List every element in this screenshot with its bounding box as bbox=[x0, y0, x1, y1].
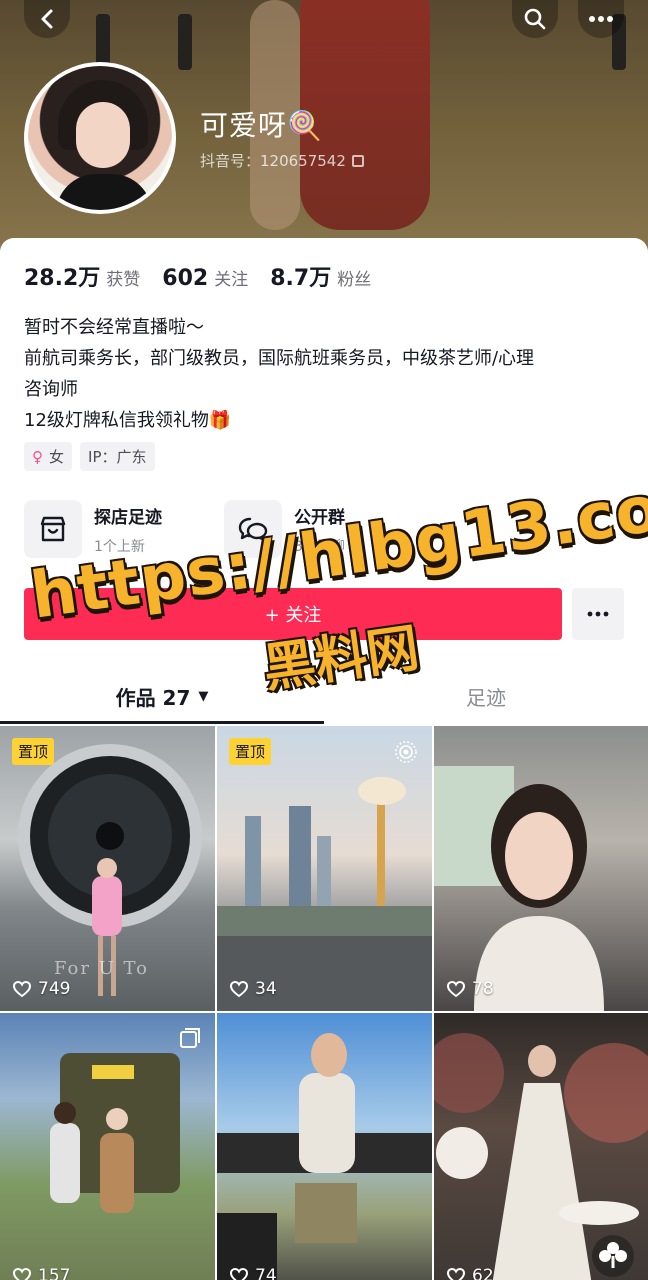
douyin-id-row[interactable]: 抖音号：120657542 bbox=[200, 150, 364, 171]
stat-followers[interactable]: 8.7万 粉丝 bbox=[270, 260, 371, 292]
ip-location-tag: IP：广东 bbox=[80, 442, 155, 471]
video-likes: 157 bbox=[12, 1266, 70, 1280]
douyin-id-text: 抖音号：120657542 bbox=[200, 152, 346, 170]
heart-icon bbox=[446, 980, 466, 998]
video-likes: 62 bbox=[446, 1266, 494, 1280]
video-likes: 78 bbox=[446, 979, 494, 999]
store-icon bbox=[24, 500, 82, 558]
stat-following[interactable]: 602 关注 bbox=[162, 265, 248, 291]
profile-nickname: 可爱呀🍭 bbox=[200, 109, 323, 142]
pinned-badge: 置顶 bbox=[12, 738, 55, 765]
heart-icon bbox=[229, 980, 249, 998]
profile-tags: ♀ 女 IP：广东 bbox=[24, 442, 155, 471]
heart-icon bbox=[229, 1267, 249, 1280]
pinned-badge: 置顶 bbox=[229, 738, 272, 765]
copy-icon[interactable] bbox=[351, 155, 364, 167]
bio-text: 暂时不会经常直播啦～ 前航司乘务长，部门级教员，国际航班乘务员，中级茶艺师/心理… bbox=[24, 312, 624, 436]
bio-line: 暂时不会经常直播啦～ bbox=[24, 317, 204, 338]
heart-icon bbox=[12, 980, 32, 998]
avatar[interactable] bbox=[24, 62, 176, 214]
video-thumbnail[interactable]: 62 bbox=[434, 1013, 648, 1280]
video-thumbnail[interactable]: 置顶 For U To 749 bbox=[0, 726, 215, 1011]
city-skyline-photo bbox=[217, 777, 432, 1011]
stat-likes[interactable]: 28.2万 获赞 bbox=[24, 260, 140, 292]
more-dots-icon bbox=[589, 16, 613, 22]
bio-line: 咨询师 bbox=[24, 379, 78, 400]
heart-icon bbox=[446, 1267, 466, 1280]
video-caption: For U To bbox=[54, 958, 150, 979]
safari-photo bbox=[50, 1053, 180, 1213]
active-tab-indicator bbox=[0, 721, 324, 724]
profile-cover: 可爱呀🍭 抖音号：120657542 bbox=[0, 0, 648, 262]
video-thumbnail[interactable]: 78 bbox=[434, 726, 648, 1011]
female-icon: ♀ bbox=[32, 447, 43, 466]
video-likes: 749 bbox=[12, 979, 70, 999]
more-actions-button[interactable] bbox=[572, 588, 624, 640]
video-thumbnail[interactable]: 157 bbox=[0, 1013, 215, 1280]
video-likes: 34 bbox=[229, 979, 277, 999]
clover-logo-icon bbox=[592, 1235, 634, 1277]
more-dots-icon bbox=[587, 611, 609, 617]
live-photo-icon bbox=[395, 741, 417, 763]
car-selfie-photo bbox=[434, 766, 604, 1011]
multi-image-icon bbox=[180, 1028, 200, 1048]
video-thumbnail[interactable]: 74 bbox=[217, 1013, 432, 1280]
video-thumbnail[interactable]: 置顶 34 bbox=[217, 726, 432, 1011]
video-likes: 74 bbox=[229, 1266, 277, 1280]
search-icon bbox=[524, 8, 546, 30]
caret-down-icon: ▼ bbox=[198, 688, 209, 704]
bio-line: 12级灯牌私信我领礼物🎁 bbox=[24, 410, 232, 431]
bio-line: 前航司乘务长，部门级教员，国际航班乘务员，中级茶艺师/心理 bbox=[24, 348, 535, 369]
chevron-left-icon bbox=[41, 9, 53, 29]
heart-icon bbox=[12, 1267, 32, 1280]
gender-tag: ♀ 女 bbox=[24, 442, 73, 471]
stats-row: 28.2万 获赞 602 关注 8.7万 粉丝 bbox=[24, 260, 371, 292]
feature-title: 探店足迹 bbox=[94, 507, 162, 528]
jeep-photo bbox=[217, 1033, 432, 1280]
